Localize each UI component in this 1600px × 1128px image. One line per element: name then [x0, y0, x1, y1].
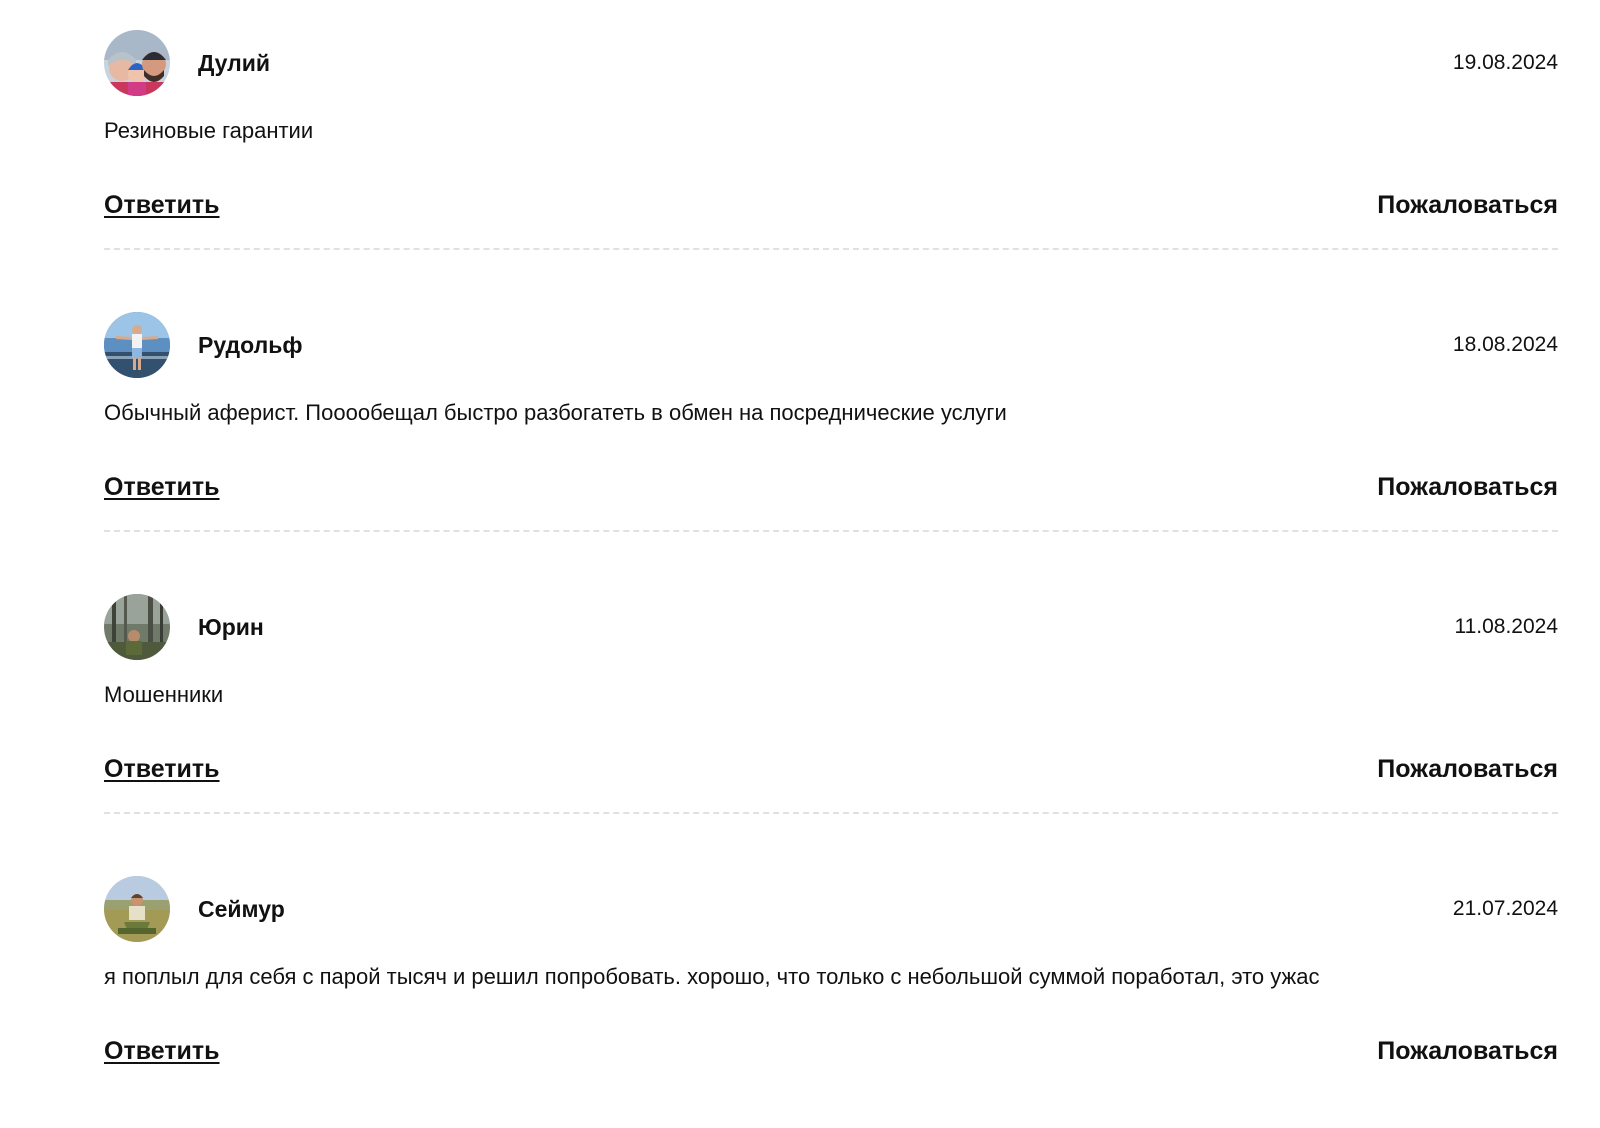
comment-divider [104, 812, 1558, 814]
comment-text: Резиновые гарантии [104, 118, 314, 143]
comment-divider [104, 248, 1558, 250]
comment-item: Рудольф 18.08.2024 Обычный аферист. Пооо… [104, 282, 1558, 564]
comment-text: я поплыл для себя с парой тысяч и решил … [104, 964, 1320, 989]
report-button[interactable]: Пожаловаться [1377, 754, 1558, 784]
avatar-photo-field-icon [104, 876, 170, 942]
comment-date: 19.08.2024 [1452, 51, 1558, 74]
avatar[interactable] [104, 30, 170, 96]
reply-link[interactable]: Ответить [104, 472, 220, 502]
reply-link[interactable]: Ответить [104, 1036, 220, 1066]
comment-item: Дулий 19.08.2024 Резиновые гарантии Отве… [104, 0, 1558, 282]
comment-date: 18.08.2024 [1452, 333, 1558, 356]
comment-header: Дулий 19.08.2024 [104, 30, 1558, 96]
avatar-photo-family-icon [104, 30, 170, 96]
comment-divider [104, 530, 1558, 532]
avatar[interactable] [104, 594, 170, 660]
reply-link[interactable]: Ответить [104, 190, 220, 220]
comment-author: Юрин [198, 614, 264, 640]
report-button[interactable]: Пожаловаться [1377, 190, 1558, 220]
comment-header: Юрин 11.08.2024 [104, 594, 1558, 660]
report-button[interactable]: Пожаловаться [1377, 1036, 1558, 1066]
comment-author: Сеймур [198, 896, 285, 922]
avatar-photo-seaside-icon [104, 312, 170, 378]
comment-header: Рудольф 18.08.2024 [104, 312, 1558, 378]
comment-text: Обычный аферист. Пооообещал быстро разбо… [104, 400, 1007, 425]
reply-link[interactable]: Ответить [104, 754, 220, 784]
comment-item: Сеймур 21.07.2024 я поплыл для себя с па… [104, 846, 1558, 1128]
comment-date: 11.08.2024 [1454, 615, 1558, 638]
comment-header: Сеймур 21.07.2024 [104, 876, 1558, 942]
report-button[interactable]: Пожаловаться [1377, 472, 1558, 502]
avatar-photo-forest-icon [104, 594, 170, 660]
comment-item: Юрин 11.08.2024 Мошенники Ответить Пожал… [104, 564, 1558, 846]
avatar[interactable] [104, 876, 170, 942]
comment-date: 21.07.2024 [1452, 897, 1558, 920]
comment-author: Дулий [198, 50, 271, 76]
comment-text: Мошенники [104, 682, 224, 707]
comment-author: Рудольф [198, 332, 303, 358]
avatar[interactable] [104, 312, 170, 378]
comments-list: Дулий 19.08.2024 Резиновые гарантии Отве… [104, 0, 1558, 1128]
